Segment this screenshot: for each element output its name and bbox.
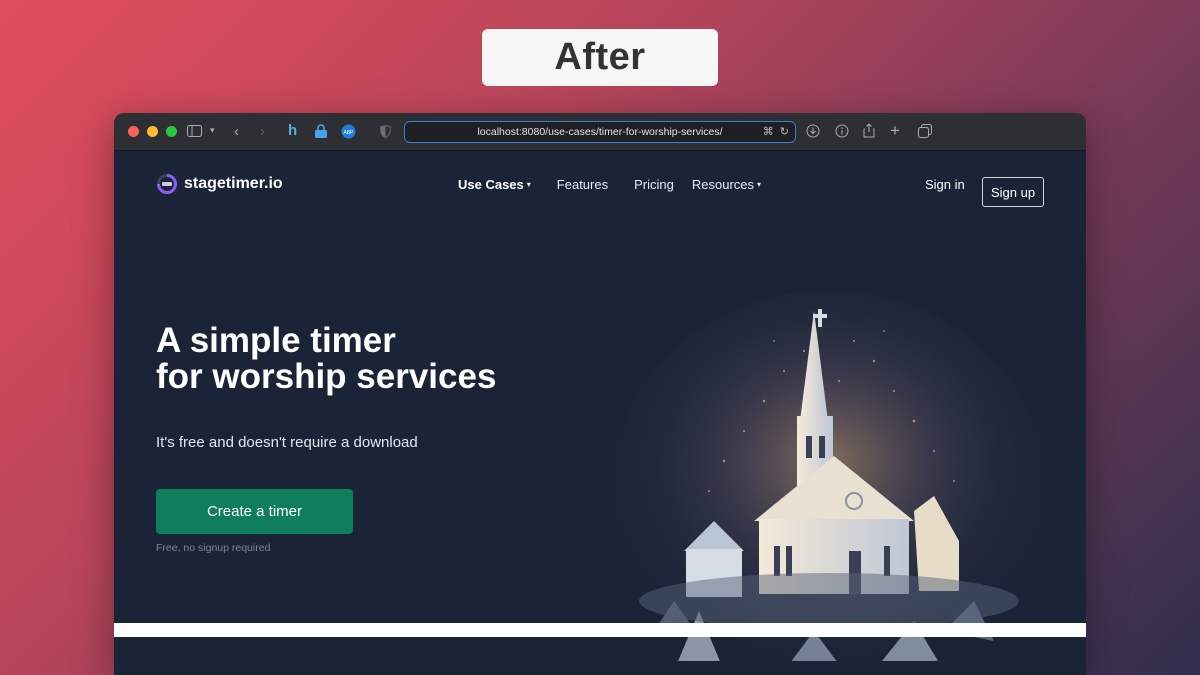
browser-window: ▾ ‹ › h ABP localhost:8080/use-cases/tim… (114, 113, 1086, 675)
adblock-extension-icon[interactable]: ABP (341, 124, 356, 139)
hero-title-line-1: A simple timer (156, 321, 396, 360)
site-logo[interactable]: stagetimer.io (156, 173, 283, 195)
main-nav: Use Cases ▾ Features Pricing Resources ▾ (458, 177, 787, 192)
nav-pricing[interactable]: Pricing (634, 177, 674, 192)
reload-icon[interactable]: ↻ (780, 125, 789, 138)
translate-icon[interactable]: ⌘ (763, 125, 774, 138)
site-header: stagetimer.io Use Cases ▾ Features Prici… (114, 151, 1086, 221)
forward-icon[interactable]: › (260, 124, 265, 139)
window-controls (128, 126, 177, 137)
create-timer-button[interactable]: Create a timer (156, 489, 353, 534)
privacy-shield-icon[interactable] (380, 125, 391, 138)
hero-subtitle: It's free and doesn't require a download (156, 434, 418, 451)
url-text: localhost:8080/use-cases/timer-for-worsh… (477, 126, 723, 138)
cta-note: Free, no signup required (156, 542, 271, 554)
info-icon[interactable] (835, 124, 849, 138)
page-bottom-strip (114, 623, 1086, 637)
nav-use-cases-label: Use Cases (458, 177, 524, 192)
honey-extension-icon[interactable]: h (288, 123, 297, 138)
new-tab-icon[interactable]: + (890, 122, 900, 139)
caret-down-icon: ▾ (757, 180, 762, 189)
caret-down-icon: ▾ (526, 180, 531, 189)
sign-in-link[interactable]: Sign in (925, 177, 965, 192)
back-icon[interactable]: ‹ (234, 124, 239, 139)
nav-resources[interactable]: Resources ▾ (692, 177, 761, 192)
zoom-window-button[interactable] (166, 126, 177, 137)
web-page: stagetimer.io Use Cases ▾ Features Prici… (114, 151, 1086, 661)
share-icon[interactable] (863, 123, 875, 138)
logo-text: stagetimer.io (184, 175, 283, 192)
minimize-window-button[interactable] (147, 126, 158, 137)
hero-title: A simple timer for worship services (156, 323, 496, 395)
chevron-down-icon[interactable]: ▾ (210, 126, 215, 135)
lock-extension-icon[interactable] (314, 124, 328, 138)
nav-use-cases[interactable]: Use Cases ▾ (458, 177, 531, 192)
church-illustration (614, 291, 1044, 661)
nav-features-label: Features (556, 177, 609, 192)
address-bar[interactable]: localhost:8080/use-cases/timer-for-worsh… (404, 121, 796, 143)
hero-title-line-2: for worship services (156, 357, 497, 396)
downloads-icon[interactable] (806, 124, 820, 138)
after-badge: After (482, 29, 718, 86)
sign-up-button[interactable]: Sign up (982, 177, 1044, 207)
nav-features[interactable]: Features (557, 177, 608, 192)
nav-pricing-label: Pricing (634, 177, 674, 192)
sidebar-toggle-icon[interactable] (187, 125, 202, 137)
stagetimer-logo-icon (157, 174, 177, 194)
tab-overview-icon[interactable] (918, 124, 932, 138)
nav-resources-label: Resources (691, 177, 754, 192)
close-window-button[interactable] (128, 126, 139, 137)
adblock-badge-text: ABP (343, 130, 354, 136)
browser-toolbar: ▾ ‹ › h ABP localhost:8080/use-cases/tim… (114, 113, 1086, 151)
